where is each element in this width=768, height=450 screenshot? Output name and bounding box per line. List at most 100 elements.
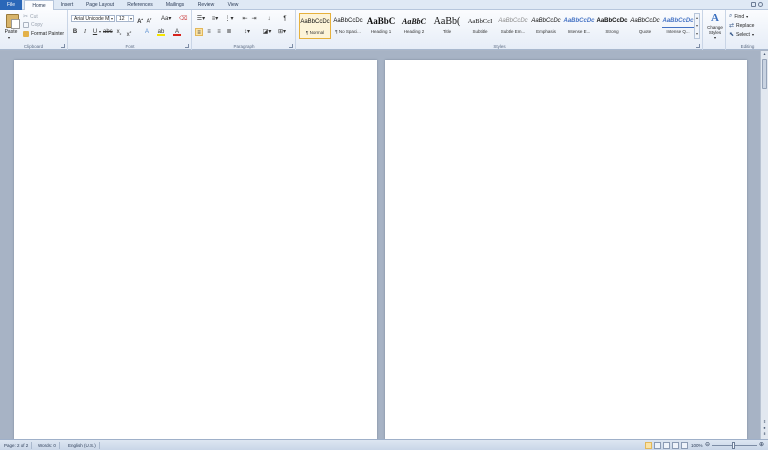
tab-file[interactable]: File bbox=[0, 0, 22, 10]
replace-button[interactable]: ⇄ Replace bbox=[729, 22, 754, 30]
bullets-icon[interactable]: ☰▾ bbox=[195, 15, 207, 23]
chevron-down-icon[interactable]: ▾ bbox=[695, 22, 699, 30]
ribbon-tab-bar: File Home Insert Page Layout References … bbox=[0, 0, 768, 11]
draft-view-icon[interactable] bbox=[681, 442, 688, 449]
web-layout-view-icon[interactable] bbox=[663, 442, 670, 449]
chevron-down-icon: ▾ bbox=[746, 14, 749, 19]
tab-page-layout[interactable]: Page Layout bbox=[80, 0, 120, 10]
find-button[interactable]: ⌕ Find ▾ bbox=[729, 13, 748, 20]
align-right-icon[interactable]: ≡ bbox=[215, 28, 223, 36]
styles-launcher-icon[interactable] bbox=[696, 44, 700, 48]
strikethrough-icon[interactable]: abc bbox=[103, 28, 113, 36]
style-heading-2[interactable]: AaBbC Heading 2 bbox=[398, 13, 430, 39]
change-case-icon[interactable]: Aa▾ bbox=[161, 15, 171, 23]
shrink-font-icon[interactable]: A▾ bbox=[145, 15, 153, 25]
subscript-icon[interactable]: x2 bbox=[115, 28, 123, 36]
style-name: Strong bbox=[605, 29, 619, 34]
style-no-spacing[interactable]: AaBbCcDc ¶ No Spaci... bbox=[332, 13, 364, 39]
tab-view[interactable]: View bbox=[222, 0, 244, 10]
decrease-indent-icon[interactable]: ⇤ bbox=[241, 15, 249, 23]
font-group-label: Font bbox=[125, 44, 135, 49]
format-painter-label: Format Painter bbox=[31, 31, 65, 37]
font-color-icon[interactable]: A bbox=[173, 28, 181, 36]
style-title[interactable]: AaBb( Title bbox=[431, 13, 463, 39]
scroll-up-icon[interactable]: ▴ bbox=[761, 51, 768, 57]
help-icon[interactable] bbox=[758, 2, 763, 7]
style-name: ¶ Normal bbox=[305, 30, 325, 35]
style-name: Intense Q... bbox=[666, 29, 690, 34]
numbering-icon[interactable]: ≡▾ bbox=[209, 15, 221, 23]
styles-gallery-scroll[interactable]: ▴ ▾ ▾ bbox=[694, 13, 700, 39]
sort-icon[interactable]: ↓ bbox=[265, 15, 273, 23]
zoom-slider-thumb[interactable] bbox=[732, 442, 735, 449]
document-area[interactable] bbox=[0, 51, 760, 440]
italic-icon[interactable]: I bbox=[81, 28, 89, 36]
highlight-icon[interactable]: ab bbox=[157, 28, 165, 36]
style-subtitle[interactable]: AaBbCcI Subtitle bbox=[464, 13, 496, 39]
style-sample: AaBbCcDc bbox=[662, 13, 694, 28]
outline-view-icon[interactable] bbox=[672, 442, 679, 449]
paragraph-launcher-icon[interactable] bbox=[289, 44, 293, 48]
style-name: Heading 2 bbox=[403, 29, 425, 34]
shading-icon[interactable]: ◪▾ bbox=[261, 28, 273, 36]
select-button[interactable]: ⬉ Select ▾ bbox=[729, 31, 754, 39]
tab-mailings[interactable]: Mailings bbox=[160, 0, 190, 10]
borders-icon[interactable]: ⊞▾ bbox=[276, 28, 288, 36]
chevron-up-icon[interactable]: ▴ bbox=[695, 14, 699, 22]
bold-icon[interactable]: B bbox=[71, 28, 79, 36]
format-painter-button[interactable]: Format Painter bbox=[23, 31, 64, 37]
justify-icon[interactable]: ≣ bbox=[225, 28, 233, 36]
multilevel-list-icon[interactable]: ⋮▾ bbox=[223, 15, 235, 23]
line-spacing-icon[interactable]: ↕▾ bbox=[241, 28, 253, 36]
scrollbar-thumb[interactable] bbox=[762, 59, 767, 89]
style-intense-quote[interactable]: AaBbCcDc Intense Q... bbox=[662, 13, 694, 39]
paintbrush-icon bbox=[23, 31, 29, 37]
font-name-select[interactable]: Arial Unicode M ▾ bbox=[71, 15, 115, 22]
grow-font-icon[interactable]: A▴ bbox=[136, 15, 144, 25]
clear-formatting-icon[interactable]: ⌫ bbox=[179, 15, 187, 23]
font-size-select[interactable]: 12 ▾ bbox=[116, 15, 134, 22]
tab-insert[interactable]: Insert bbox=[56, 0, 78, 10]
style-quote[interactable]: AaBbCcDc Quote bbox=[629, 13, 661, 39]
font-launcher-icon[interactable] bbox=[185, 44, 189, 48]
editing-group-label: Editing bbox=[740, 44, 755, 49]
show-formatting-icon[interactable]: ¶ bbox=[281, 15, 289, 23]
align-center-icon[interactable]: ≡ bbox=[205, 28, 213, 36]
style-strong[interactable]: AaBbCcDc Strong bbox=[596, 13, 628, 39]
copy-button[interactable]: Copy bbox=[23, 22, 43, 28]
zoom-out-icon[interactable]: ⊖ bbox=[705, 441, 710, 448]
align-left-icon[interactable]: ≡ bbox=[195, 28, 203, 36]
copy-label: Copy bbox=[31, 22, 43, 28]
paste-button[interactable]: Paste ▾ bbox=[2, 11, 20, 40]
tab-review[interactable]: Review bbox=[192, 0, 220, 10]
change-styles-button[interactable]: A Change Styles ▾ bbox=[705, 12, 725, 46]
style-heading-1[interactable]: AaBbC Heading 1 bbox=[365, 13, 397, 39]
word-count-status[interactable]: Words: 0 bbox=[38, 442, 60, 449]
next-page-icon[interactable]: ⇟ bbox=[761, 431, 768, 437]
more-styles-icon[interactable]: ▾ bbox=[695, 30, 699, 38]
chevron-down-icon[interactable]: ▾ bbox=[98, 28, 102, 36]
font-group: Arial Unicode M ▾ 12 ▾ A▴ A▾ Aa▾ ⌫ B I U… bbox=[69, 10, 192, 50]
page-count-status[interactable]: Page: 2 of 2 bbox=[4, 442, 33, 449]
language-status[interactable]: English (U.S.) bbox=[68, 442, 100, 449]
text-effects-icon[interactable]: A bbox=[143, 28, 151, 36]
zoom-in-icon[interactable]: ⊕ bbox=[759, 441, 764, 448]
clipboard-launcher-icon[interactable] bbox=[61, 44, 65, 48]
print-layout-view-icon[interactable] bbox=[645, 442, 652, 449]
document-page-2[interactable] bbox=[385, 60, 747, 440]
chevron-down-icon: ▾ bbox=[713, 35, 716, 40]
cut-button[interactable]: ✂ Cut bbox=[23, 13, 38, 21]
tab-references[interactable]: References bbox=[122, 0, 158, 10]
increase-indent-icon[interactable]: ⇥ bbox=[250, 15, 258, 23]
style-normal[interactable]: AaBbCcDc ¶ Normal bbox=[299, 13, 331, 39]
zoom-level[interactable]: 100% bbox=[691, 442, 703, 449]
style-subtle-emphasis[interactable]: AaBbCcDc Subtle Em... bbox=[497, 13, 529, 39]
minimize-ribbon-icon[interactable] bbox=[751, 2, 756, 7]
cursor-icon: ⬉ bbox=[729, 32, 735, 38]
document-page-1[interactable] bbox=[14, 60, 377, 440]
full-screen-reading-view-icon[interactable] bbox=[654, 442, 661, 449]
style-intense-emphasis[interactable]: AaBbCcDc Intense E... bbox=[563, 13, 595, 39]
style-emphasis[interactable]: AaBbCcDc Emphasis bbox=[530, 13, 562, 39]
superscript-icon[interactable]: x2 bbox=[125, 28, 133, 38]
vertical-scrollbar[interactable]: ▴ ⇞ ● ⇟ bbox=[760, 51, 768, 439]
